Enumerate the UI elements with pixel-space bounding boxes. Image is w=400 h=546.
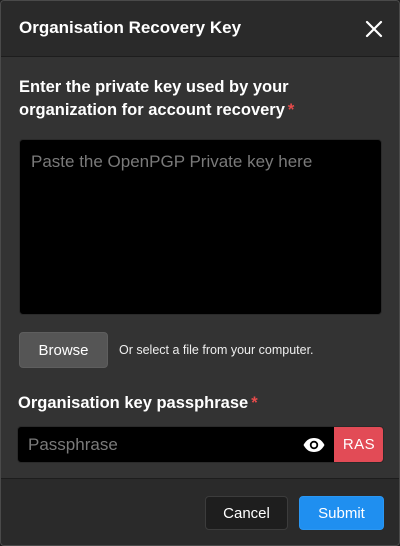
passphrase-input[interactable] <box>18 427 298 462</box>
browse-button[interactable]: Browse <box>19 332 108 368</box>
close-icon[interactable] <box>362 17 386 41</box>
dialog-footer: Cancel Submit <box>1 478 399 545</box>
required-marker: * <box>251 394 258 412</box>
private-key-label: Enter the private key used by your organ… <box>19 76 369 122</box>
cancel-button[interactable]: Cancel <box>205 496 288 530</box>
browse-hint: Or select a file from your computer. <box>119 343 314 357</box>
close-icon-graphic <box>365 20 383 38</box>
eye-icon-graphic <box>303 438 325 452</box>
security-token-badge: RAS <box>334 427 383 462</box>
passphrase-field: RAS <box>17 426 384 463</box>
required-marker: * <box>287 101 295 119</box>
private-key-textarea[interactable] <box>19 139 382 315</box>
eye-icon[interactable] <box>302 433 326 457</box>
recovery-key-dialog: Organisation Recovery Key Enter the priv… <box>0 0 400 546</box>
passphrase-label: Organisation key passphrase * <box>18 392 258 415</box>
private-key-label-text: Enter the private key used by your organ… <box>19 78 289 119</box>
submit-button[interactable]: Submit <box>299 496 384 530</box>
passphrase-label-text: Organisation key passphrase <box>18 394 249 412</box>
dialog-header: Organisation Recovery Key <box>1 1 399 57</box>
dialog-title: Organisation Recovery Key <box>19 18 242 37</box>
